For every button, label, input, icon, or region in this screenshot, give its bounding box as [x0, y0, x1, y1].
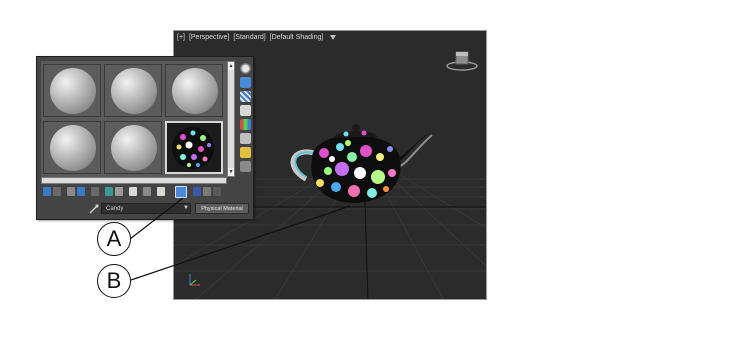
callout-a: A [97, 222, 131, 256]
callout-b: B [97, 264, 131, 298]
